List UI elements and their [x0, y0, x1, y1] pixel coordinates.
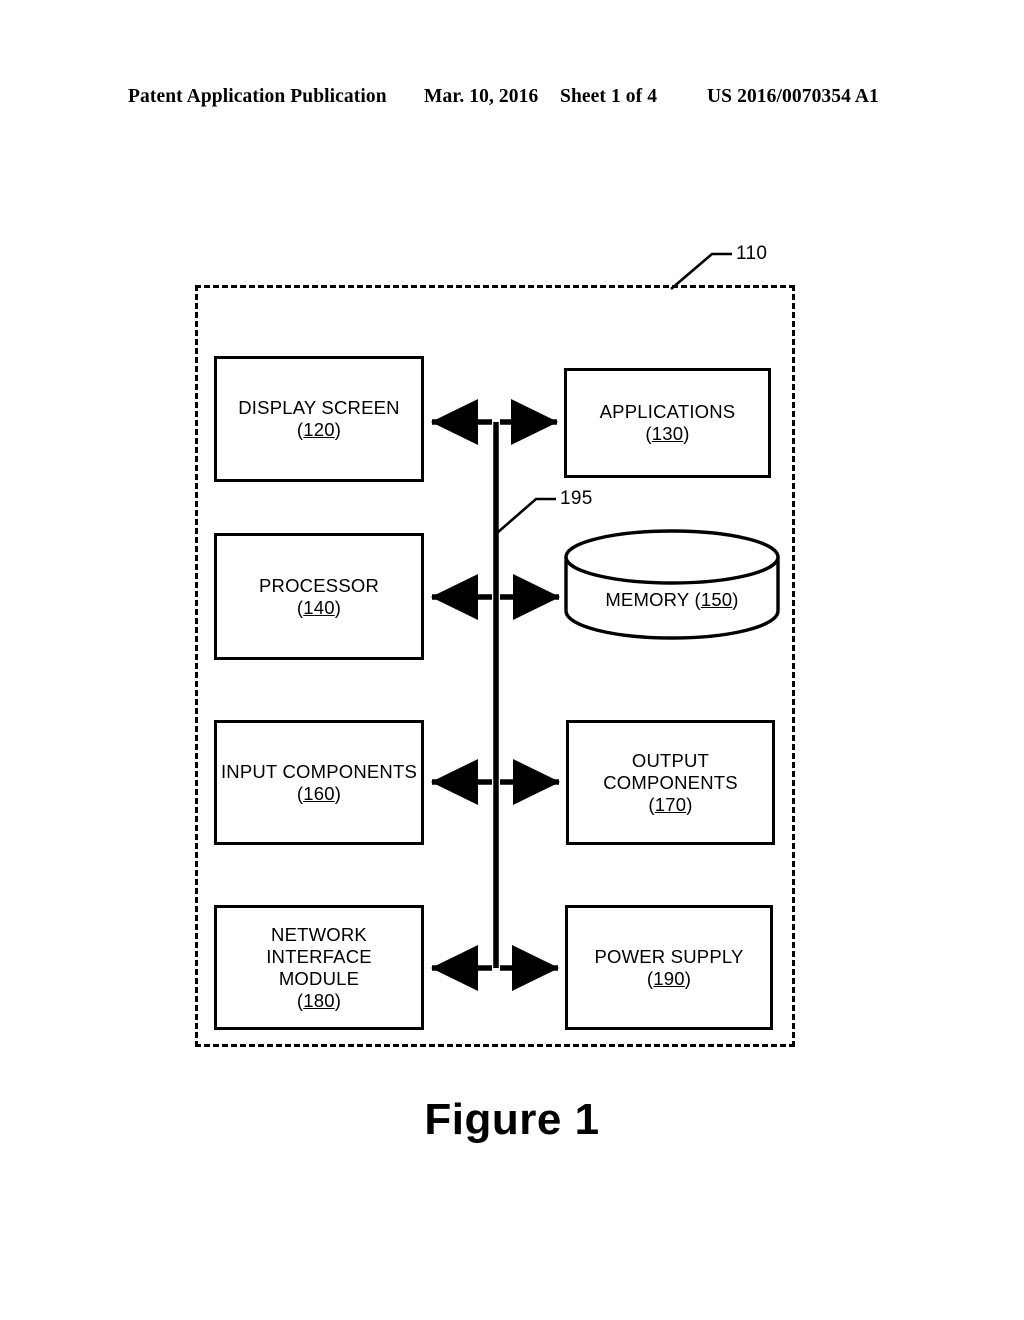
block-output-components-label2: COMPONENTS	[603, 771, 738, 793]
block-display-screen-ref: (120)	[296, 419, 342, 440]
block-memory-text: MEMORY (150)	[562, 589, 782, 611]
block-output-components-ref: (170)	[648, 793, 693, 815]
callout-ref-195: 195	[560, 488, 593, 509]
ref-num-190: 190	[653, 967, 685, 989]
block-processor: PROCESSOR (140)	[214, 533, 424, 660]
ref-num-120: 120	[303, 419, 335, 440]
leader-line-110	[670, 252, 732, 290]
block-power-supply: POWER SUPPLY (190)	[565, 905, 773, 1030]
block-input-components: INPUT COMPONENTS (160)	[214, 720, 424, 845]
block-display-screen-label: DISPLAY SCREEN	[238, 397, 400, 418]
block-network-interface-label: NETWORK INTERFACE	[266, 923, 372, 967]
block-processor-ref: (140)	[296, 596, 342, 618]
block-input-components-label: INPUT COMPONENTS	[220, 760, 418, 782]
block-power-supply-ref: (190)	[646, 967, 692, 989]
block-network-interface-label2: MODULE	[278, 967, 360, 989]
cylinder-shape-icon	[564, 529, 780, 640]
block-applications-label: APPLICATIONS	[599, 401, 736, 422]
ref-num-160: 160	[303, 782, 335, 804]
block-output-components: OUTPUT COMPONENTS (170)	[566, 720, 775, 845]
block-display-screen: DISPLAY SCREEN (120)	[214, 356, 424, 482]
block-memory-cylinder	[562, 528, 782, 640]
block-memory-ref: (150)	[694, 589, 739, 610]
ref-num-170: 170	[654, 793, 687, 815]
block-applications: APPLICATIONS (130)	[564, 368, 771, 478]
block-memory-label: MEMORY	[605, 589, 690, 610]
ref-num-180: 180	[303, 989, 335, 1011]
ref-num-130: 130	[651, 423, 684, 444]
block-power-supply-label: POWER SUPPLY	[594, 945, 744, 967]
block-input-components-ref: (160)	[296, 782, 342, 804]
block-network-interface-module: NETWORK INTERFACE MODULE (180)	[214, 905, 424, 1030]
figure-caption: Figure 1	[424, 1095, 600, 1144]
ref-num-150: 150	[700, 589, 733, 610]
callout-ref-110: 110	[736, 243, 768, 264]
block-output-components-label: OUTPUT	[631, 749, 710, 771]
ref-num-140: 140	[303, 596, 335, 618]
block-applications-ref: (130)	[645, 423, 690, 444]
block-processor-label: PROCESSOR	[258, 574, 380, 596]
block-network-interface-ref: (180)	[296, 989, 342, 1011]
